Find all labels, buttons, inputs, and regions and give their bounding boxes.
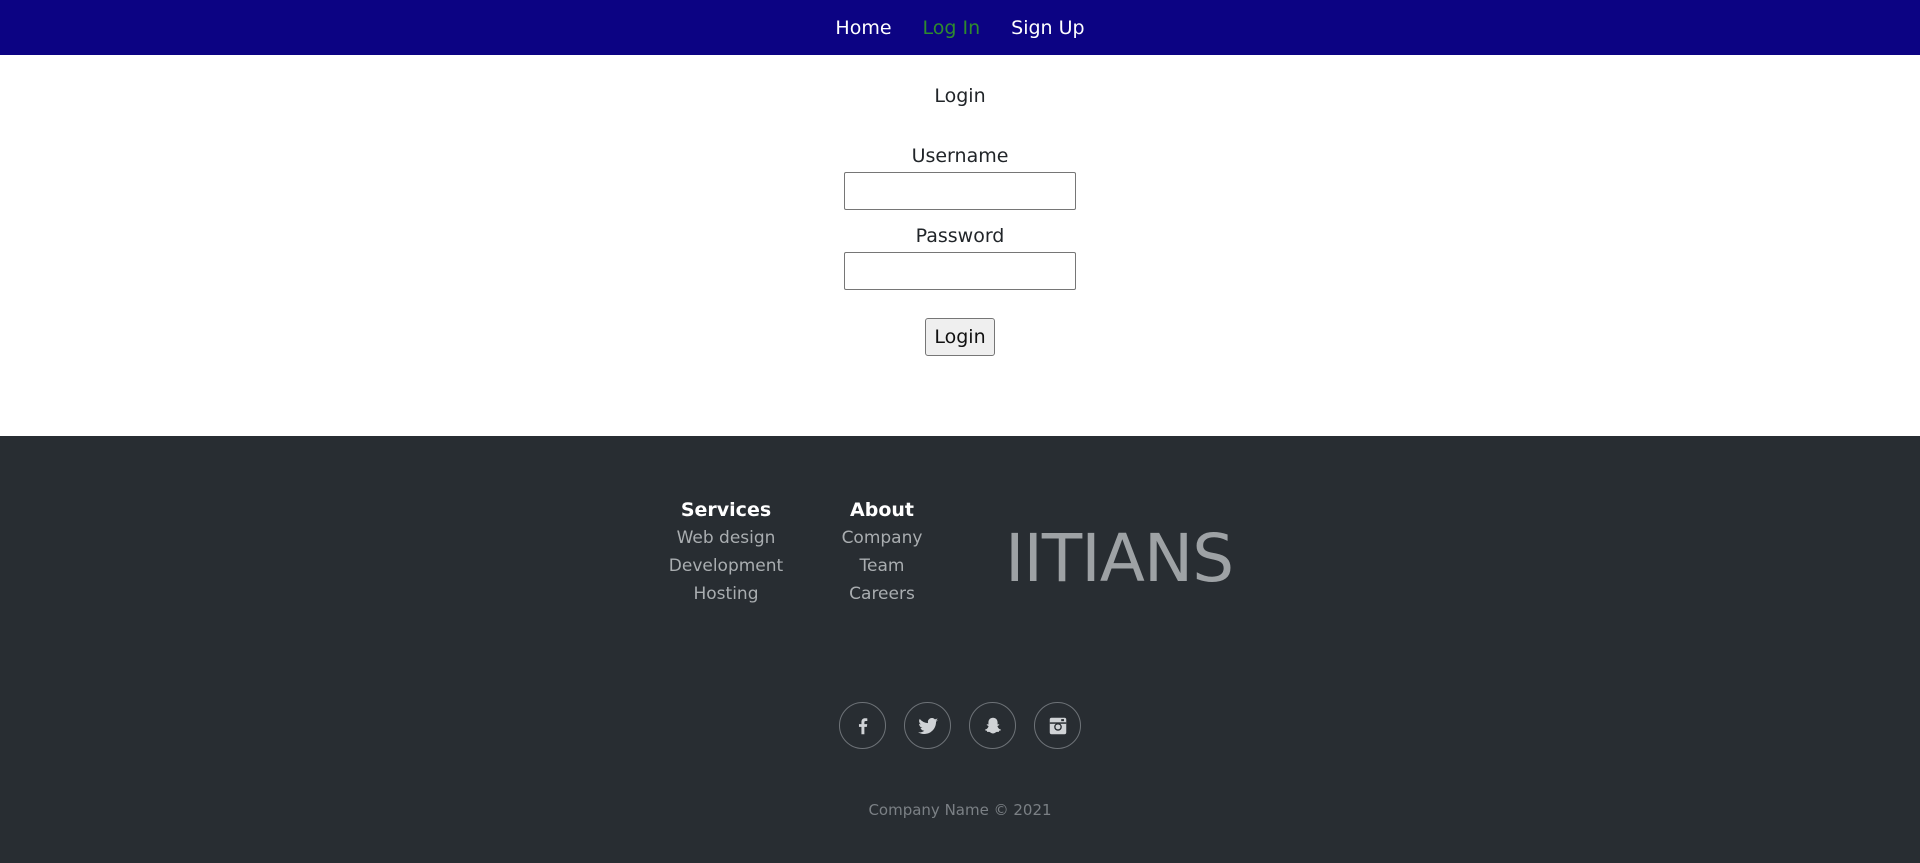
footer: Services Web design Development Hosting … <box>0 436 1920 863</box>
social-links <box>0 702 1920 749</box>
login-heading: Login <box>934 85 986 107</box>
password-label: Password <box>915 225 1005 247</box>
footer-link-hosting[interactable]: Hosting <box>660 580 792 608</box>
footer-link-web-design[interactable]: Web design <box>660 524 792 552</box>
nav-login-link[interactable]: Log In <box>923 17 981 39</box>
footer-services-column: Services Web design Development Hosting <box>660 499 792 608</box>
password-input[interactable] <box>844 252 1076 290</box>
twitter-icon[interactable] <box>904 702 951 749</box>
footer-link-careers[interactable]: Careers <box>830 580 934 608</box>
instagram-icon[interactable] <box>1034 702 1081 749</box>
footer-link-development[interactable]: Development <box>660 552 792 580</box>
footer-link-team[interactable]: Team <box>830 552 934 580</box>
login-button[interactable]: Login <box>925 318 995 356</box>
nav-signup-link[interactable]: Sign Up <box>1011 17 1084 39</box>
username-label: Username <box>911 145 1009 167</box>
username-input[interactable] <box>844 172 1076 210</box>
footer-brand: IITIANS <box>1005 520 1234 597</box>
top-navbar: Home Log In Sign Up <box>0 0 1920 55</box>
copyright-text: Company Name © 2021 <box>868 801 1052 819</box>
facebook-icon[interactable] <box>839 702 886 749</box>
footer-link-company[interactable]: Company <box>830 524 934 552</box>
login-section: Login Username Password Login <box>0 55 1920 436</box>
nav-home-link[interactable]: Home <box>835 17 891 39</box>
footer-about-heading: About <box>850 499 914 521</box>
snapchat-icon[interactable] <box>969 702 1016 749</box>
footer-about-column: About Company Team Careers <box>830 499 934 608</box>
footer-services-heading: Services <box>680 499 772 521</box>
